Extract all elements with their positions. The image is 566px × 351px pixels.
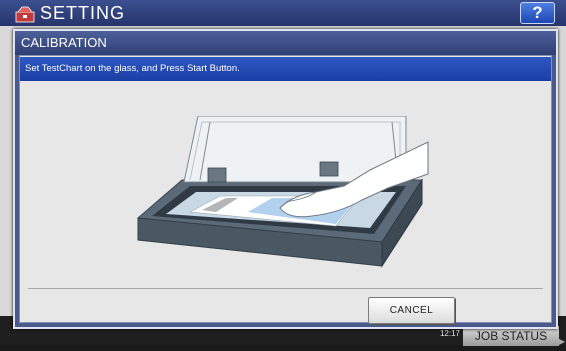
page-title: SETTING <box>40 3 126 23</box>
cancel-button[interactable]: CANCEL <box>368 297 455 324</box>
settings-header: SETTING <box>0 0 566 26</box>
clock: 12:17 <box>410 329 460 338</box>
job-status-button[interactable]: JOB STATUS ▶ <box>463 326 565 346</box>
instruction-message: Set TestChart on the glass, and Press St… <box>20 57 551 81</box>
setting-toolbox-icon <box>15 6 35 23</box>
time-text: 12:17 <box>439 329 460 338</box>
help-button[interactable]: ? <box>520 2 555 24</box>
dialog-title: CALIBRATION <box>15 31 556 55</box>
calibration-dialog: CALIBRATION Set TestChart on the glass, … <box>13 29 558 329</box>
job-status-label: JOB STATUS <box>474 329 548 343</box>
chevron-right-icon: ▶ <box>558 337 565 346</box>
divider <box>28 288 543 289</box>
dialog-content: Set TestChart on the glass, and Press St… <box>19 55 552 324</box>
scanner-glass-illustration <box>136 116 429 268</box>
